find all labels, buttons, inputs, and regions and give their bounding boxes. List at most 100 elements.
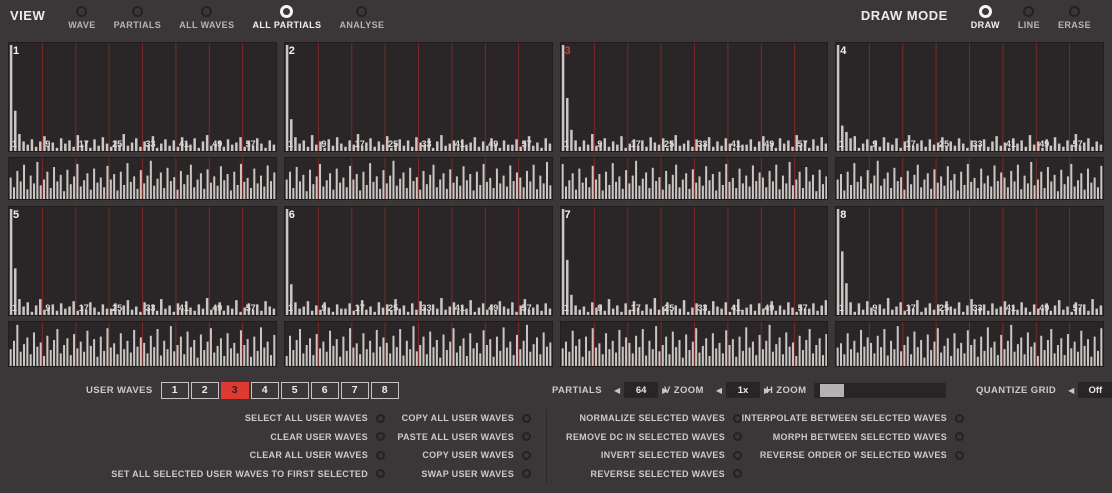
action-button-icon[interactable] [522, 469, 531, 478]
svg-text:41: 41 [455, 303, 465, 313]
svg-text:9: 9 [873, 139, 878, 149]
action-label: REVERSE SELECTED WAVES [591, 469, 725, 479]
waveform-strip-2[interactable] [284, 157, 553, 200]
draw-mode-option-line[interactable]: LINE [1018, 6, 1040, 30]
waveform-strip-6[interactable] [284, 321, 553, 367]
action-swap-user-waves[interactable]: SWAP USER WAVES [421, 465, 531, 484]
draw-mode-options: DRAW LINE ERASE [962, 6, 1100, 30]
action-normalize-selected-waves[interactable]: NORMALIZE SELECTED WAVES [579, 409, 742, 428]
svg-text:41: 41 [179, 303, 189, 313]
svg-text:33: 33 [697, 139, 707, 149]
user-wave-button-5[interactable]: 5 [281, 382, 309, 399]
partials-spectrum-panel-2[interactable]: 219172533414957 [284, 42, 553, 152]
action-button-icon[interactable] [376, 451, 385, 460]
radio-icon [132, 6, 143, 17]
action-copy-user-waves[interactable]: COPY USER WAVES [422, 446, 531, 465]
action-button-icon[interactable] [955, 414, 964, 423]
action-label: PASTE ALL USER WAVES [397, 432, 514, 442]
h-zoom-label: H ZOOM [766, 385, 806, 396]
svg-text:9: 9 [321, 139, 326, 149]
user-wave-button-6[interactable]: 6 [311, 382, 339, 399]
action-button-icon[interactable] [376, 432, 385, 441]
divider [546, 409, 547, 483]
view-option-partials[interactable]: PARTIALS [114, 6, 162, 30]
waveform-strip-3[interactable] [560, 157, 829, 200]
action-invert-selected-waves[interactable]: INVERT SELECTED WAVES [601, 446, 742, 465]
svg-text:17: 17 [906, 303, 916, 313]
action-button-icon[interactable] [733, 469, 742, 478]
action-button-icon[interactable] [522, 414, 531, 423]
radio-icon [201, 6, 212, 17]
partials-decrement-arrow-icon[interactable]: ◀ [614, 386, 620, 395]
waveform-strip-1[interactable] [8, 157, 277, 200]
v-zoom-decrement-arrow-icon[interactable]: ◀ [716, 386, 722, 395]
view-option-wave[interactable]: WAVE [68, 6, 95, 30]
svg-text:57: 57 [797, 139, 807, 149]
action-paste-all-user-waves[interactable]: PASTE ALL USER WAVES [397, 428, 531, 447]
action-set-all-selected-user-waves-to-first-selected[interactable]: SET ALL SELECTED USER WAVES TO FIRST SEL… [111, 465, 385, 484]
waveform-bar-chart [285, 158, 552, 199]
action-reverse-selected-waves[interactable]: REVERSE SELECTED WAVES [591, 465, 742, 484]
action-remove-dc-in-selected-waves[interactable]: REMOVE DC IN SELECTED WAVES [566, 428, 742, 447]
waveform-strip-8[interactable] [835, 321, 1104, 367]
partials-spectrum-panel-5[interactable]: 519172533414957 [8, 206, 277, 316]
svg-text:41: 41 [179, 139, 189, 149]
user-wave-buttons: 12345678 [161, 382, 401, 399]
waveform-strip-5[interactable] [8, 321, 277, 367]
action-label: COPY USER WAVES [422, 450, 514, 460]
action-button-icon[interactable] [376, 469, 385, 478]
user-wave-button-4[interactable]: 4 [251, 382, 279, 399]
action-interpolate-between-selected-waves[interactable]: INTERPOLATE BETWEEN SELECTED WAVES [742, 409, 964, 428]
user-wave-button-7[interactable]: 7 [341, 382, 369, 399]
action-button-icon[interactable] [955, 432, 964, 441]
quantize-grid-value[interactable]: Off [1078, 382, 1112, 398]
draw-mode-option-erase[interactable]: ERASE [1058, 6, 1091, 30]
action-reverse-order-of-selected-waves[interactable]: REVERSE ORDER OF SELECTED WAVES [760, 446, 964, 465]
action-select-all-user-waves[interactable]: SELECT ALL USER WAVES [245, 409, 385, 428]
v-zoom-value[interactable]: 1x [726, 382, 760, 398]
svg-text:25: 25 [939, 303, 949, 313]
user-wave-button-2[interactable]: 2 [191, 382, 219, 399]
user-wave-panel-group-2: 219172533414957 [284, 42, 553, 200]
waveform-strip-7[interactable] [560, 321, 829, 367]
action-clear-all-user-waves[interactable]: CLEAR ALL USER WAVES [250, 446, 385, 465]
action-copy-all-user-waves[interactable]: COPY ALL USER WAVES [402, 409, 531, 428]
partials-spectrum-panel-4[interactable]: 419172533414957 [835, 42, 1104, 152]
partials-spectrum-panel-7[interactable]: 719172533414957 [560, 206, 829, 316]
user-wave-button-1[interactable]: 1 [161, 382, 189, 399]
svg-text:17: 17 [630, 303, 640, 313]
svg-text:33: 33 [421, 303, 431, 313]
view-option-all-partials[interactable]: ALL PARTIALS [253, 6, 322, 30]
h-zoom-slider-handle[interactable] [820, 384, 844, 397]
view-label: VIEW [10, 6, 45, 23]
partials-value[interactable]: 64 [624, 382, 658, 398]
action-button-icon[interactable] [522, 432, 531, 441]
partials-spectrum-panel-1[interactable]: 119172533414957 [8, 42, 277, 152]
action-clear-user-waves[interactable]: CLEAR USER WAVES [270, 428, 385, 447]
draw-mode-option-draw[interactable]: DRAW [971, 6, 1000, 30]
action-morph-between-selected-waves[interactable]: MORPH BETWEEN SELECTED WAVES [773, 428, 964, 447]
waveform-strip-4[interactable] [835, 157, 1104, 200]
partials-spectrum-panel-6[interactable]: 619172533414957 [284, 206, 553, 316]
waveform-bar-chart [285, 322, 552, 366]
action-button-icon[interactable] [376, 414, 385, 423]
user-wave-button-3[interactable]: 3 [221, 382, 249, 399]
action-button-icon[interactable] [522, 451, 531, 460]
partials-label: PARTIALS [552, 385, 602, 396]
partials-spectrum-panel-3[interactable]: 319172533414957 [560, 42, 829, 152]
svg-text:57: 57 [797, 303, 807, 313]
view-option-analyse[interactable]: ANALYSE [339, 6, 384, 30]
radio-label: ANALYSE [339, 20, 384, 30]
view-option-all-waves[interactable]: ALL WAVES [179, 6, 234, 30]
h-zoom-slider[interactable] [814, 383, 946, 398]
user-wave-button-8[interactable]: 8 [371, 382, 399, 399]
quantize-grid-decrement-arrow-icon[interactable]: ◀ [1068, 386, 1074, 395]
svg-text:9: 9 [873, 303, 878, 313]
svg-text:17: 17 [630, 139, 640, 149]
action-button-icon[interactable] [955, 451, 964, 460]
radio-label: ERASE [1058, 20, 1091, 30]
h-zoom-control: H ZOOM [766, 380, 946, 400]
action-label: SWAP USER WAVES [421, 469, 514, 479]
partials-spectrum-panel-8[interactable]: 819172533414957 [835, 206, 1104, 316]
svg-text:25: 25 [388, 139, 398, 149]
